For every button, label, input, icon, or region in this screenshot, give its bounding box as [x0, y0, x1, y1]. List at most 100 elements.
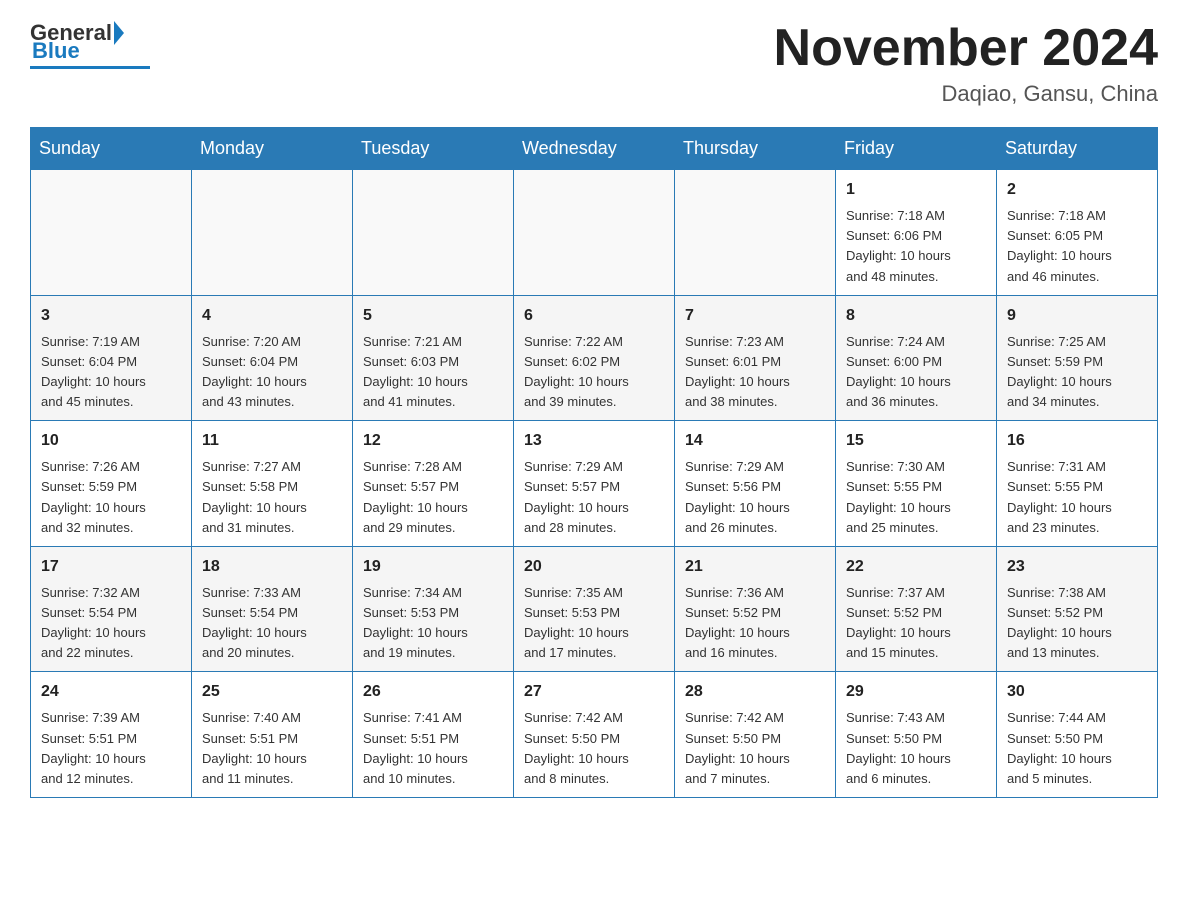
weekday-header-monday: Monday [192, 128, 353, 170]
calendar-cell: 10 Sunrise: 7:26 AM Sunset: 5:59 PM Dayli… [31, 421, 192, 547]
logo: General Blue [30, 20, 150, 69]
day-info: Sunrise: 7:42 AM Sunset: 5:50 PM Dayligh… [524, 708, 664, 789]
day-number: 21 [685, 555, 825, 579]
weekday-header-friday: Friday [836, 128, 997, 170]
calendar-cell: 22 Sunrise: 7:37 AM Sunset: 5:52 PM Dayli… [836, 546, 997, 672]
calendar-cell: 16 Sunrise: 7:31 AM Sunset: 5:55 PM Dayli… [997, 421, 1158, 547]
day-number: 4 [202, 304, 342, 328]
day-number: 8 [846, 304, 986, 328]
calendar-cell: 18Sunrise: 7:33 AM Sunset: 5:54 PM Dayli… [192, 546, 353, 672]
day-number: 23 [1007, 555, 1147, 579]
location-text: Daqiao, Gansu, China [774, 81, 1158, 107]
day-number: 1 [846, 178, 986, 202]
day-info: Sunrise: 7:41 AM Sunset: 5:51 PM Dayligh… [363, 708, 503, 789]
day-number: 29 [846, 680, 986, 704]
calendar-week-row: 17 Sunrise: 7:32 AM Sunset: 5:54 PM Dayli… [31, 546, 1158, 672]
day-info: Sunrise: 7:32 AM Sunset: 5:54 PM Dayligh… [41, 583, 181, 664]
day-info: Sunrise: 7:34 AM Sunset: 5:53 PM Dayligh… [363, 583, 503, 664]
calendar-cell: 17 Sunrise: 7:32 AM Sunset: 5:54 PM Dayli… [31, 546, 192, 672]
day-number: 26 [363, 680, 503, 704]
day-info: Sunrise: 7:39 AM Sunset: 5:51 PM Dayligh… [41, 708, 181, 789]
day-info: Sunrise: 7:28 AM Sunset: 5:57 PM Dayligh… [363, 457, 503, 538]
day-number: 11 [202, 429, 342, 453]
day-info: Sunrise: 7:31 AM Sunset: 5:55 PM Dayligh… [1007, 457, 1147, 538]
day-number: 17 [41, 555, 181, 579]
calendar-cell: 12 Sunrise: 7:28 AM Sunset: 5:57 PM Dayli… [353, 421, 514, 547]
calendar-cell: 29 Sunrise: 7:43 AM Sunset: 5:50 PM Dayli… [836, 672, 997, 798]
calendar-cell: 9 Sunrise: 7:25 AM Sunset: 5:59 PM Daylig… [997, 295, 1158, 421]
calendar-week-row: 10 Sunrise: 7:26 AM Sunset: 5:59 PM Dayli… [31, 421, 1158, 547]
day-info: Sunrise: 7:42 AM Sunset: 5:50 PM Dayligh… [685, 708, 825, 789]
day-info: Sunrise: 7:38 AM Sunset: 5:52 PM Dayligh… [1007, 583, 1147, 664]
calendar-cell: 25Sunrise: 7:40 AM Sunset: 5:51 PM Dayli… [192, 672, 353, 798]
day-number: 22 [846, 555, 986, 579]
day-info: Sunrise: 7:29 AM Sunset: 5:56 PM Dayligh… [685, 457, 825, 538]
day-number: 7 [685, 304, 825, 328]
calendar-cell [353, 170, 514, 296]
day-info: Sunrise: 7:22 AM Sunset: 6:02 PM Dayligh… [524, 332, 664, 413]
day-info: Sunrise: 7:24 AM Sunset: 6:00 PM Dayligh… [846, 332, 986, 413]
day-number: 28 [685, 680, 825, 704]
title-block: November 2024 Daqiao, Gansu, China [774, 20, 1158, 107]
day-info: Sunrise: 7:21 AM Sunset: 6:03 PM Dayligh… [363, 332, 503, 413]
day-info: Sunrise: 7:35 AM Sunset: 5:53 PM Dayligh… [524, 583, 664, 664]
day-number: 19 [363, 555, 503, 579]
day-info: Sunrise: 7:37 AM Sunset: 5:52 PM Dayligh… [846, 583, 986, 664]
logo-underline [30, 66, 150, 69]
calendar-cell: 13Sunrise: 7:29 AM Sunset: 5:57 PM Dayli… [514, 421, 675, 547]
calendar-cell: 11 Sunrise: 7:27 AM Sunset: 5:58 PM Dayli… [192, 421, 353, 547]
day-number: 10 [41, 429, 181, 453]
day-number: 27 [524, 680, 664, 704]
day-info: Sunrise: 7:18 AM Sunset: 6:06 PM Dayligh… [846, 206, 986, 287]
day-number: 16 [1007, 429, 1147, 453]
calendar-cell: 6 Sunrise: 7:22 AM Sunset: 6:02 PM Daylig… [514, 295, 675, 421]
day-info: Sunrise: 7:44 AM Sunset: 5:50 PM Dayligh… [1007, 708, 1147, 789]
day-info: Sunrise: 7:30 AM Sunset: 5:55 PM Dayligh… [846, 457, 986, 538]
day-number: 12 [363, 429, 503, 453]
day-number: 9 [1007, 304, 1147, 328]
calendar-cell: 21 Sunrise: 7:36 AM Sunset: 5:52 PM Dayli… [675, 546, 836, 672]
calendar-cell: 19 Sunrise: 7:34 AM Sunset: 5:53 PM Dayli… [353, 546, 514, 672]
day-info: Sunrise: 7:43 AM Sunset: 5:50 PM Dayligh… [846, 708, 986, 789]
calendar-cell: 7 Sunrise: 7:23 AM Sunset: 6:01 PM Daylig… [675, 295, 836, 421]
calendar-cell: 15 Sunrise: 7:30 AM Sunset: 5:55 PM Dayli… [836, 421, 997, 547]
calendar-cell: 5Sunrise: 7:21 AM Sunset: 6:03 PM Daylig… [353, 295, 514, 421]
day-number: 20 [524, 555, 664, 579]
month-title: November 2024 [774, 20, 1158, 77]
weekday-header-thursday: Thursday [675, 128, 836, 170]
calendar-week-row: 1 Sunrise: 7:18 AM Sunset: 6:06 PM Daylig… [31, 170, 1158, 296]
day-info: Sunrise: 7:23 AM Sunset: 6:01 PM Dayligh… [685, 332, 825, 413]
logo-triangle-icon [114, 21, 124, 45]
calendar-cell: 8 Sunrise: 7:24 AM Sunset: 6:00 PM Daylig… [836, 295, 997, 421]
day-number: 15 [846, 429, 986, 453]
day-info: Sunrise: 7:33 AM Sunset: 5:54 PM Dayligh… [202, 583, 342, 664]
day-info: Sunrise: 7:26 AM Sunset: 5:59 PM Dayligh… [41, 457, 181, 538]
calendar-cell: 28 Sunrise: 7:42 AM Sunset: 5:50 PM Dayli… [675, 672, 836, 798]
calendar-cell: 2Sunrise: 7:18 AM Sunset: 6:05 PM Daylig… [997, 170, 1158, 296]
weekday-header-saturday: Saturday [997, 128, 1158, 170]
calendar-cell: 3Sunrise: 7:19 AM Sunset: 6:04 PM Daylig… [31, 295, 192, 421]
weekday-header-wednesday: Wednesday [514, 128, 675, 170]
calendar-cell: 30Sunrise: 7:44 AM Sunset: 5:50 PM Dayli… [997, 672, 1158, 798]
day-info: Sunrise: 7:19 AM Sunset: 6:04 PM Dayligh… [41, 332, 181, 413]
weekday-header-sunday: Sunday [31, 128, 192, 170]
day-info: Sunrise: 7:25 AM Sunset: 5:59 PM Dayligh… [1007, 332, 1147, 413]
weekday-header-tuesday: Tuesday [353, 128, 514, 170]
weekday-header-row: SundayMondayTuesdayWednesdayThursdayFrid… [31, 128, 1158, 170]
calendar-week-row: 3Sunrise: 7:19 AM Sunset: 6:04 PM Daylig… [31, 295, 1158, 421]
day-info: Sunrise: 7:20 AM Sunset: 6:04 PM Dayligh… [202, 332, 342, 413]
day-info: Sunrise: 7:36 AM Sunset: 5:52 PM Dayligh… [685, 583, 825, 664]
day-number: 6 [524, 304, 664, 328]
calendar-cell: 26 Sunrise: 7:41 AM Sunset: 5:51 PM Dayli… [353, 672, 514, 798]
calendar-cell [514, 170, 675, 296]
calendar-table: SundayMondayTuesdayWednesdayThursdayFrid… [30, 127, 1158, 798]
logo-blue-text: Blue [32, 38, 80, 64]
calendar-cell: 24Sunrise: 7:39 AM Sunset: 5:51 PM Dayli… [31, 672, 192, 798]
day-number: 14 [685, 429, 825, 453]
page-header: General Blue November 2024 Daqiao, Gansu… [30, 20, 1158, 107]
calendar-cell [192, 170, 353, 296]
day-number: 2 [1007, 178, 1147, 202]
day-number: 25 [202, 680, 342, 704]
day-info: Sunrise: 7:27 AM Sunset: 5:58 PM Dayligh… [202, 457, 342, 538]
calendar-cell [675, 170, 836, 296]
